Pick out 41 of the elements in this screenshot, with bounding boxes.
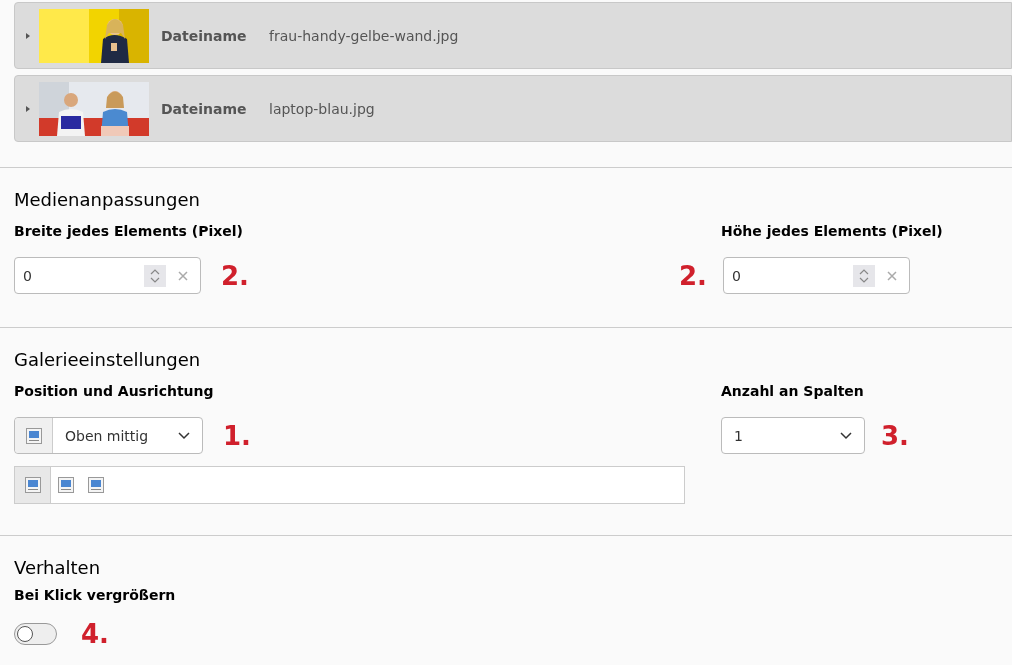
clear-icon[interactable] — [886, 270, 897, 281]
stepper-icon[interactable] — [144, 264, 166, 287]
toggle-switch[interactable] — [14, 623, 57, 645]
columns-select[interactable]: 1 — [721, 417, 865, 454]
image-position-icon — [25, 427, 42, 444]
annotation-number: 2. — [679, 262, 707, 289]
file-label: Dateiname — [161, 26, 248, 46]
stepper-icon[interactable] — [852, 264, 875, 287]
image-position-icon — [58, 477, 74, 493]
field-value: 0 — [23, 266, 33, 286]
chevron-down-icon — [178, 431, 190, 440]
field-value: 0 — [731, 266, 742, 286]
select-value: Oben mittig — [64, 426, 150, 446]
image-position-icon — [88, 477, 104, 493]
section-heading: Galerieeinstellungen — [14, 348, 202, 372]
annotation-number: 3. — [881, 422, 909, 449]
annotation-number: 4. — [81, 621, 109, 647]
file-row[interactable]: Dateiname laptop-blau.jpg — [14, 75, 1012, 142]
number-field[interactable]: 0 — [14, 257, 201, 294]
caret-right-icon[interactable] — [25, 32, 31, 39]
position-select[interactable]: Oben mittig — [14, 417, 203, 454]
file-row[interactable]: Dateiname frau-handy-gelbe-wand.jpg — [14, 2, 1012, 69]
annotation-number: 2. — [221, 262, 249, 289]
chevron-down-icon — [840, 431, 852, 440]
clear-icon[interactable] — [178, 270, 188, 281]
field-label: Höhe jedes Elements (Pixel) — [721, 222, 943, 241]
field-label: Breite jedes Elements (Pixel) — [14, 222, 244, 241]
section-heading: Verhalten — [14, 556, 102, 580]
position-option[interactable] — [15, 467, 51, 503]
field-label: Bei Klick vergrößern — [14, 586, 177, 605]
section-heading: Medienanpassungen — [14, 188, 201, 212]
file-name: laptop-blau.jpg — [269, 99, 375, 119]
file-name: frau-handy-gelbe-wand.jpg — [269, 26, 459, 46]
image-position-icon — [24, 477, 41, 493]
file-label: Dateiname — [161, 99, 248, 119]
number-field[interactable]: 0 — [722, 257, 910, 294]
field-label: Anzahl an Spalten — [721, 382, 865, 401]
select-value: 1 — [734, 426, 744, 446]
annotation-number: 1. — [223, 422, 251, 449]
caret-right-icon[interactable] — [25, 105, 31, 112]
field-label: Position und Ausrichtung — [14, 382, 215, 401]
